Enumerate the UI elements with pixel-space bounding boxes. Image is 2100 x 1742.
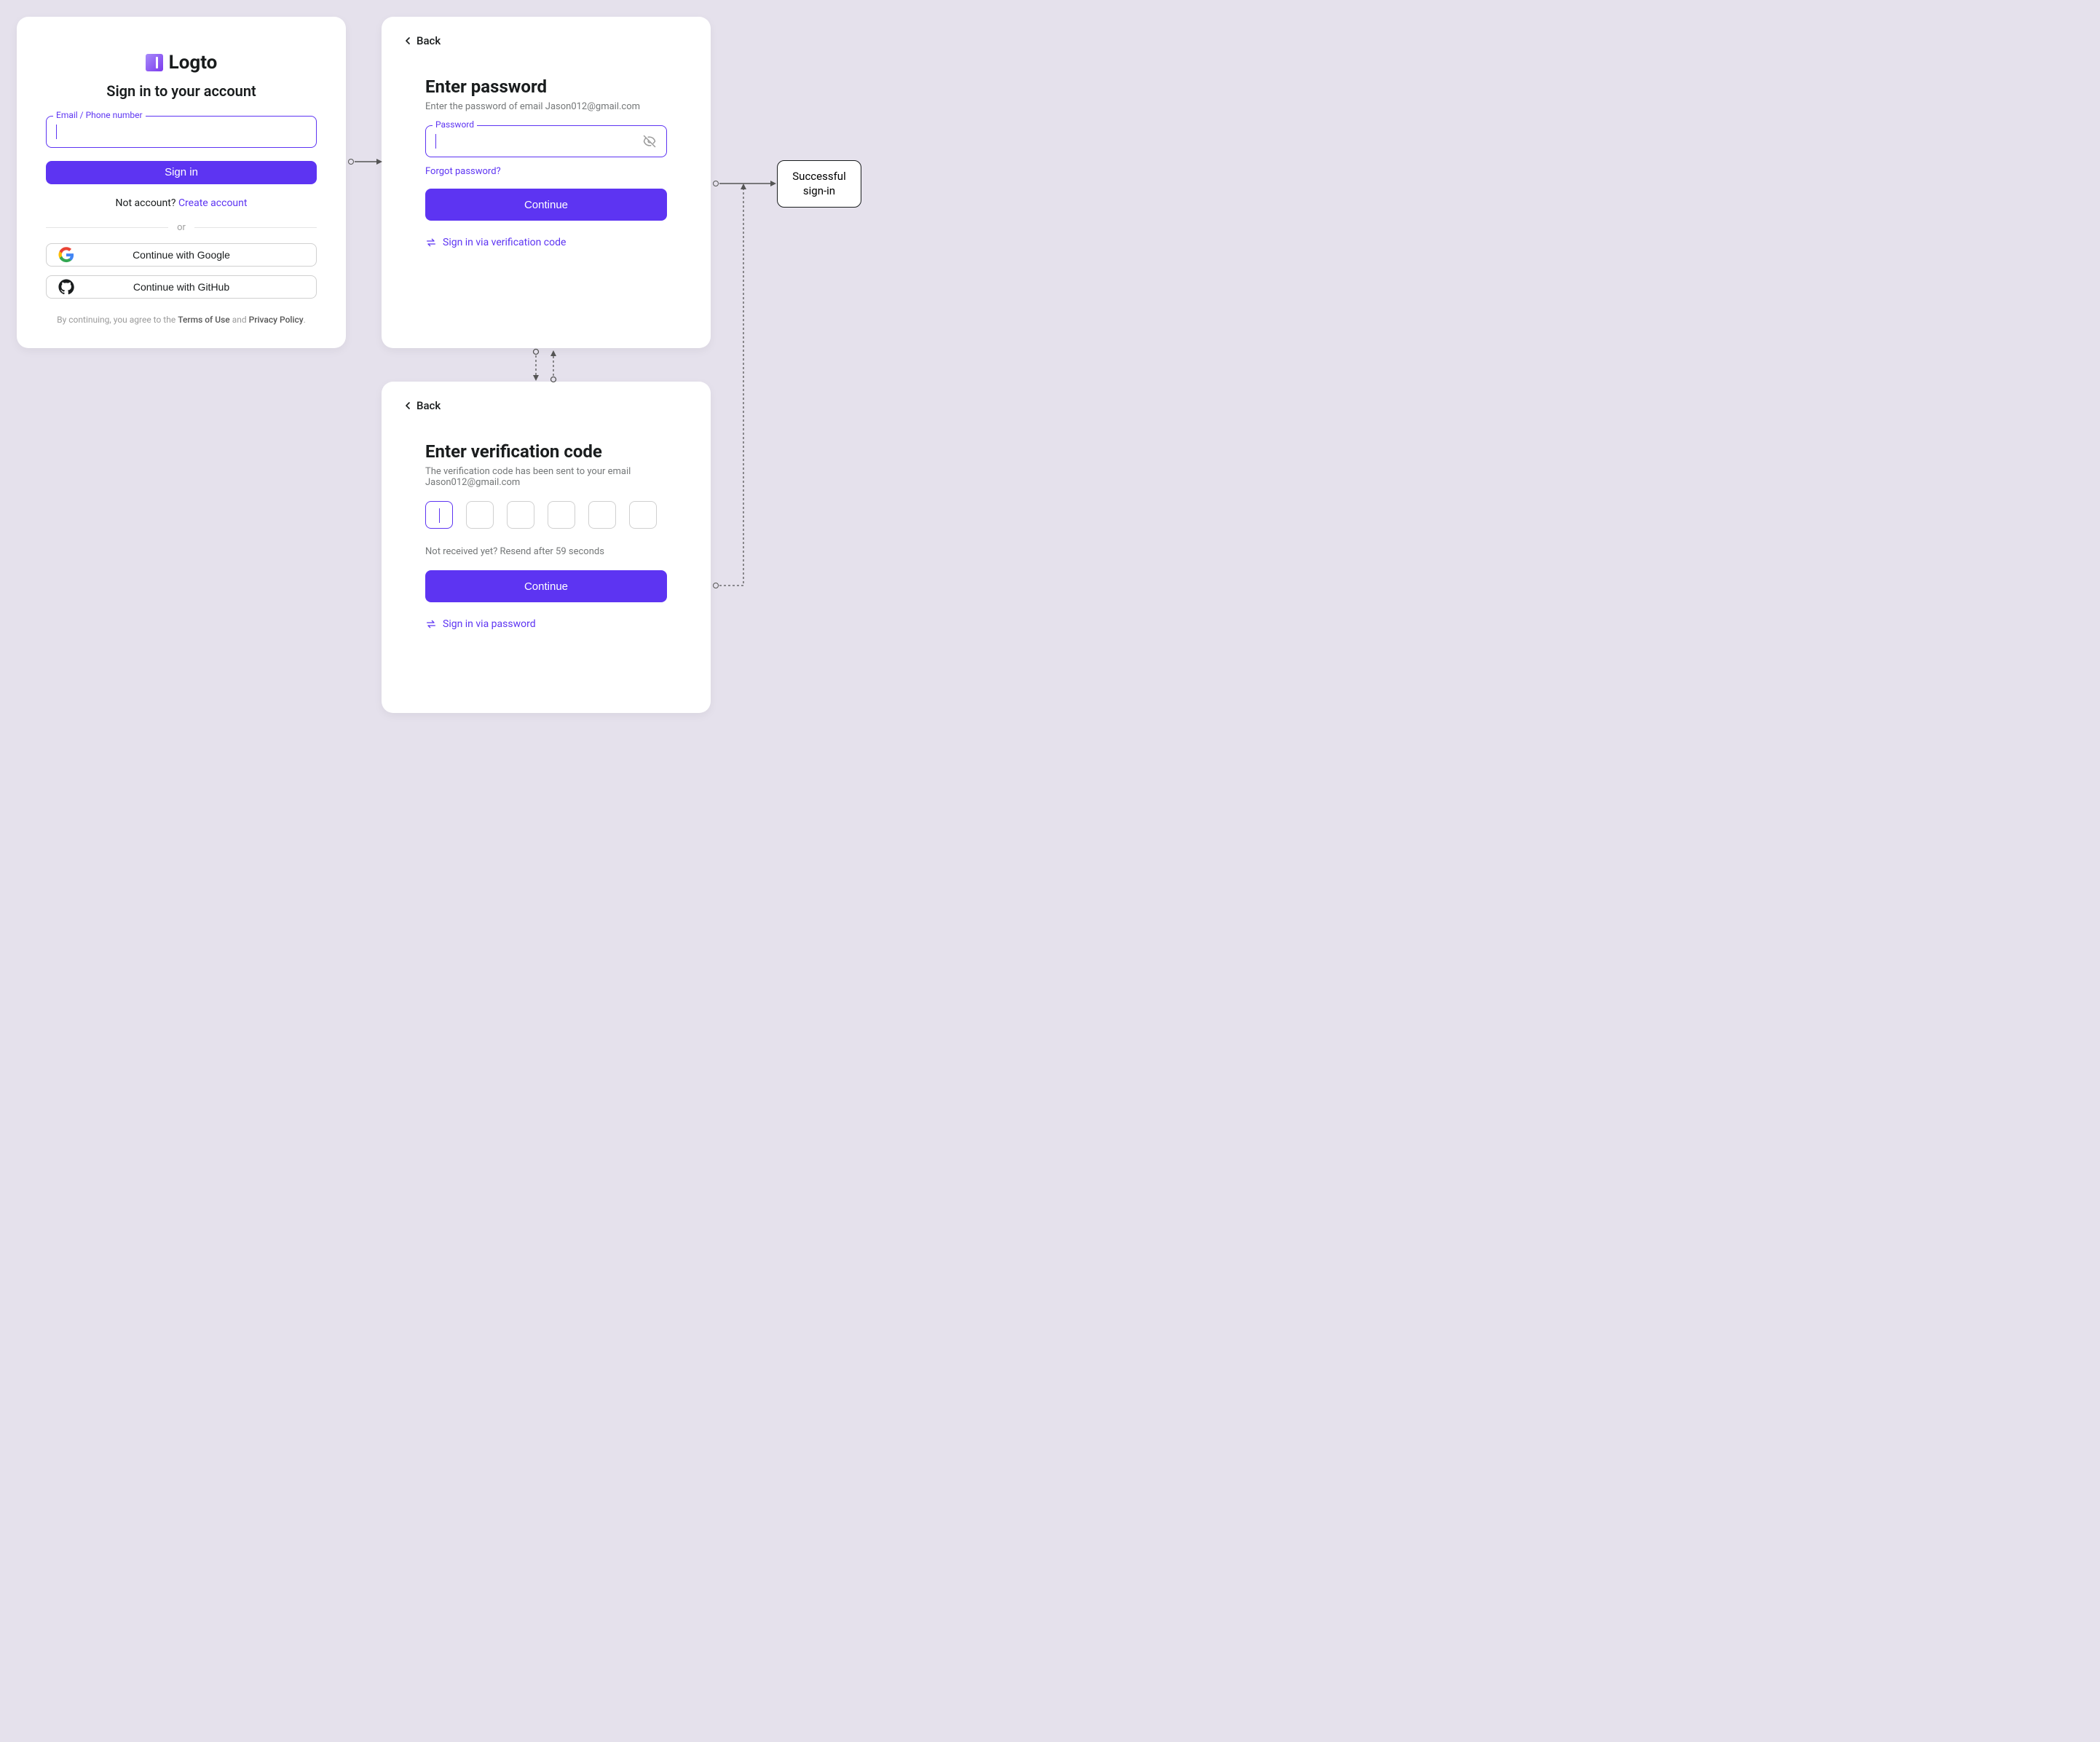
bidirectional-arrow-icon	[530, 349, 559, 382]
password-title: Enter password	[425, 76, 667, 97]
success-line1: Successful	[792, 170, 845, 184]
text-caret-icon	[439, 508, 440, 523]
switch-to-password-link[interactable]: Sign in via password	[425, 618, 667, 630]
otp-digit-5[interactable]	[588, 501, 616, 529]
otp-digit-6[interactable]	[629, 501, 657, 529]
password-subtitle: Enter the password of email Jason012@gma…	[425, 101, 667, 112]
signin-card: Logto Sign in to your account Email / Ph…	[17, 17, 346, 348]
code-continue-button[interactable]: Continue	[425, 570, 667, 602]
switch-to-password-label: Sign in via password	[443, 618, 536, 630]
swap-icon	[425, 618, 437, 630]
identifier-input[interactable]	[46, 116, 317, 148]
password-input-wrap: Password	[425, 125, 667, 157]
code-title: Enter verification code	[425, 441, 667, 462]
github-button[interactable]: Continue with GitHub	[46, 275, 317, 299]
pw-email: Jason012@gmail.com	[545, 101, 640, 112]
terms-prefix: By continuing, you agree to the	[57, 315, 178, 325]
chevron-left-icon	[402, 400, 414, 411]
privacy-link[interactable]: Privacy Policy	[249, 315, 304, 325]
otp-digit-1[interactable]	[425, 501, 453, 529]
success-node: Successful sign-in	[777, 160, 861, 208]
code-card: Back Enter verification code The verific…	[382, 382, 711, 713]
github-label: Continue with GitHub	[133, 281, 229, 293]
code-subtitle: The verification code has been sent to y…	[425, 466, 667, 488]
otp-digit-2[interactable]	[466, 501, 494, 529]
password-input[interactable]	[425, 125, 667, 157]
code-sub-prefix: The verification code has been sent to y…	[425, 466, 631, 477]
connector-dot-icon	[713, 181, 719, 186]
dashed-connector-icon	[719, 184, 749, 591]
otp-row	[425, 501, 667, 529]
password-continue-button[interactable]: Continue	[425, 189, 667, 221]
brand-row: Logto	[146, 52, 218, 74]
text-caret-icon	[435, 134, 436, 149]
swap-icon	[425, 237, 437, 248]
switch-to-code-link[interactable]: Sign in via verification code	[425, 237, 667, 248]
back-button[interactable]: Back	[402, 34, 690, 47]
brand-text: Logto	[169, 52, 218, 74]
switch-to-code-label: Sign in via verification code	[443, 237, 566, 248]
connector-dot-icon	[348, 159, 354, 165]
password-label: Password	[433, 119, 477, 130]
terms-of-use-link[interactable]: Terms of Use	[178, 315, 230, 325]
password-card: Back Enter password Enter the password o…	[382, 17, 711, 348]
identifier-input-wrap: Email / Phone number	[46, 116, 317, 148]
success-line2: sign-in	[792, 184, 845, 199]
resend-text: Not received yet? Resend after 59 second…	[425, 546, 667, 557]
code-email: Jason012@gmail.com	[425, 477, 520, 488]
or-divider: or	[46, 222, 317, 233]
create-account-row: Not account? Create account	[116, 197, 248, 209]
otp-digit-4[interactable]	[548, 501, 575, 529]
terms-mid: and	[230, 315, 249, 325]
code-back-button[interactable]: Back	[402, 399, 690, 412]
noacct-prefix: Not account?	[116, 197, 178, 209]
divider-text: or	[177, 222, 186, 233]
google-icon	[58, 247, 74, 263]
text-caret-icon	[56, 125, 57, 139]
chevron-left-icon	[402, 35, 414, 47]
back-label: Back	[417, 34, 441, 47]
code-back-label: Back	[417, 399, 441, 412]
google-label: Continue with Google	[133, 249, 230, 261]
logto-logo-icon	[146, 54, 163, 71]
terms-text: By continuing, you agree to the Terms of…	[57, 315, 306, 325]
identifier-label: Email / Phone number	[53, 110, 146, 120]
create-account-link[interactable]: Create account	[178, 197, 248, 209]
eye-off-icon[interactable]	[642, 134, 657, 149]
pw-sub-prefix: Enter the password of email	[425, 101, 545, 112]
connector-dot-icon	[713, 583, 719, 588]
terms-suffix: .	[304, 315, 306, 325]
forgot-password-link[interactable]: Forgot password?	[425, 166, 667, 177]
arrow-right-icon	[355, 158, 382, 167]
google-button[interactable]: Continue with Google	[46, 243, 317, 267]
otp-digit-3[interactable]	[507, 501, 534, 529]
signin-title: Sign in to your account	[106, 82, 256, 100]
signin-button[interactable]: Sign in	[46, 161, 317, 184]
github-icon	[58, 279, 74, 295]
